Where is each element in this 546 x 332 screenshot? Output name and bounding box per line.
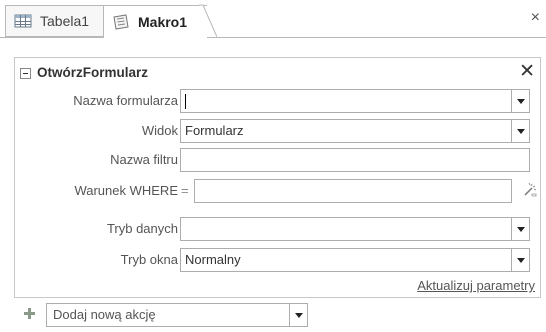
view-dropdown[interactable]: Formularz (180, 119, 530, 143)
tab-label: Tabela1 (40, 13, 90, 29)
tab-makro1[interactable]: Makro1 (103, 5, 207, 38)
macro-icon (112, 14, 130, 30)
tab-tabela1[interactable]: Tabela1 (5, 5, 104, 37)
where-condition-input[interactable] (194, 179, 512, 203)
argument-label: Tryb danych (106, 221, 178, 236)
tab-divider (0, 37, 546, 38)
form-name-dropdown[interactable] (180, 89, 530, 113)
argument-row-data-mode: Tryb danych (15, 216, 540, 242)
field-value: Normalny (185, 252, 241, 267)
chevron-down-icon[interactable] (289, 304, 307, 326)
action-name: OtwórzFormularz (37, 65, 149, 80)
chevron-down-icon[interactable] (511, 120, 529, 142)
add-action-row: Dodaj nową akcję (14, 303, 308, 329)
argument-row-window-mode: Tryb okna Normalny (15, 247, 540, 273)
argument-row-form-name: Nazwa formularza (15, 88, 540, 114)
macro-action-panel: OtwórzFormularz ✕ Nazwa formularza Widok… (14, 57, 541, 298)
argument-row-view: Widok Formularz (15, 118, 540, 144)
update-parameters-link[interactable]: Aktualizuj parametry (417, 278, 535, 293)
add-new-action-combobox[interactable]: Dodaj nową akcję (46, 303, 308, 327)
text-cursor (185, 94, 186, 110)
window-mode-dropdown[interactable]: Normalny (180, 248, 530, 272)
expression-builder-icon[interactable] (523, 183, 537, 197)
chevron-down-icon[interactable] (511, 90, 529, 112)
chevron-down-icon[interactable] (511, 218, 529, 240)
tab-edge (199, 4, 217, 38)
action-header: OtwórzFormularz ✕ (15, 58, 540, 88)
filter-name-input[interactable] (180, 148, 530, 172)
tab-label: Makro1 (138, 14, 188, 30)
collapse-icon[interactable] (20, 68, 31, 79)
argument-label: Tryb okna (120, 252, 178, 267)
data-mode-dropdown[interactable] (180, 217, 530, 241)
combobox-placeholder: Dodaj nową akcję (53, 307, 156, 322)
table-icon (14, 13, 32, 29)
equals-sign: = (181, 183, 189, 198)
delete-action-button[interactable]: ✕ (519, 60, 535, 83)
argument-label: Nazwa filtru (110, 152, 178, 167)
argument-label: Widok (141, 123, 178, 138)
argument-label: Warunek WHERE (74, 183, 178, 198)
document-tab-bar: Tabela1 Makro1 × (0, 0, 546, 38)
argument-row-where-condition: Warunek WHERE = (15, 178, 540, 204)
field-value: Formularz (185, 123, 244, 138)
plus-icon (24, 308, 35, 319)
chevron-down-icon[interactable] (511, 249, 529, 271)
argument-row-filter-name: Nazwa filtru (15, 147, 540, 173)
argument-label: Nazwa formularza (73, 93, 178, 108)
close-tab-button[interactable]: × (531, 9, 540, 27)
